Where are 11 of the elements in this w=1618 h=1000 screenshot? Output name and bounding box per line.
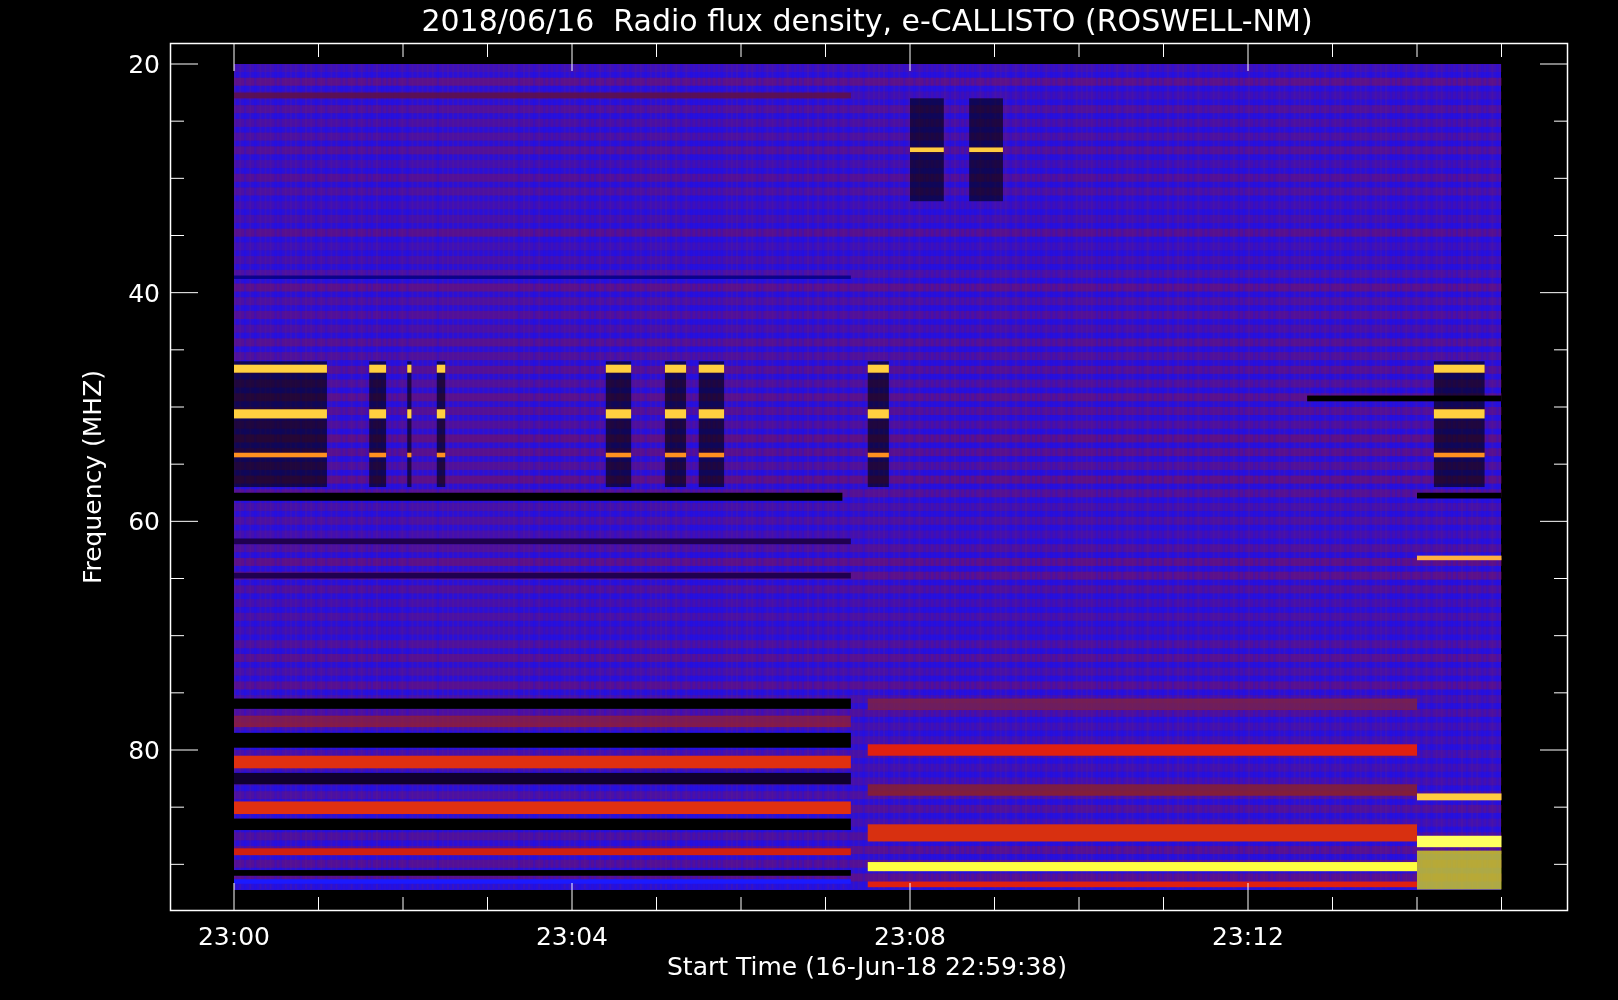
x-tick-label: 23:12 bbox=[1212, 922, 1284, 951]
chart-title: 2018/06/16 Radio flux density, e-CALLISTO (ROSWELL-NM) bbox=[421, 3, 1313, 38]
x-tick-label: 23:04 bbox=[536, 922, 608, 951]
x-tick-label: 23:00 bbox=[198, 922, 270, 951]
y-tick-label: 20 bbox=[128, 50, 160, 79]
y-tick-label: 60 bbox=[128, 507, 160, 537]
y-axis-label: Frequency (MHZ) bbox=[78, 369, 107, 585]
x-tick-label: 23:08 bbox=[874, 922, 946, 951]
y-tick-label: 40 bbox=[128, 278, 160, 308]
y-tick-label: 80 bbox=[128, 736, 160, 765]
x-axis-label: Start Time (16-Jun-18 22:59:38) bbox=[667, 952, 1067, 981]
